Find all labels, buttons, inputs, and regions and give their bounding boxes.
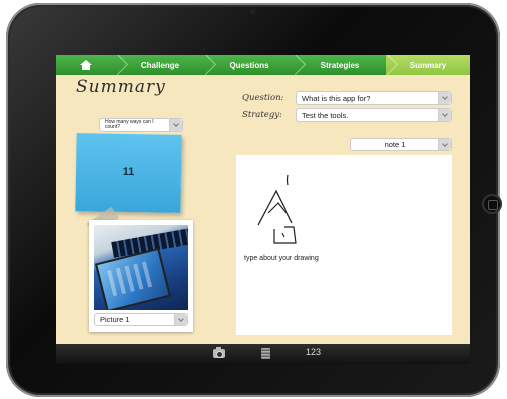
page-title: Summary xyxy=(76,77,166,97)
note-dropdown-value: note 1 xyxy=(384,140,406,149)
note-icon[interactable] xyxy=(261,348,270,359)
tab-summary-label: Summary xyxy=(409,60,447,70)
tab-strategies[interactable]: Strategies xyxy=(294,55,386,75)
note-dropdown[interactable]: note 1 xyxy=(350,138,452,151)
home-icon xyxy=(80,59,92,70)
chevron-down-icon xyxy=(438,139,451,150)
chevron-down-icon xyxy=(438,92,451,104)
chevron-down-icon xyxy=(174,314,187,325)
top-navigation: Challenge Questions Strategies Summary xyxy=(56,55,470,75)
question-label: Question: xyxy=(242,93,284,103)
picture-dropdown[interactable]: Picture 1 xyxy=(94,313,188,326)
picture-thumbnail xyxy=(94,225,188,310)
picture-dropdown-value: Picture 1 xyxy=(100,315,130,324)
challenge-dropdown[interactable]: How many ways can I count? xyxy=(99,118,183,132)
tablet-image xyxy=(94,247,172,310)
sticky-note[interactable]: 11 xyxy=(75,133,182,213)
tab-challenge-label: Challenge xyxy=(140,60,180,70)
chevron-down-icon xyxy=(169,119,182,131)
app-screen: Challenge Questions Strategies Summary S… xyxy=(56,55,470,364)
chevron-down-icon xyxy=(438,109,451,121)
tab-summary[interactable]: Summary xyxy=(386,55,470,75)
challenge-dropdown-value: How many ways can I count? xyxy=(105,119,154,130)
strategy-dropdown[interactable]: Test the tools. xyxy=(296,108,452,122)
picture-card[interactable]: Picture 1 xyxy=(89,220,193,332)
question-dropdown[interactable]: What is this app for? xyxy=(296,91,452,105)
tab-questions-label: Questions xyxy=(229,60,269,70)
sticky-note-value: 11 xyxy=(122,165,135,179)
camera-icon[interactable] xyxy=(213,347,225,358)
strategy-label: Strategy: xyxy=(242,110,282,120)
hardware-home-button[interactable] xyxy=(482,194,502,214)
drawing-caption[interactable]: type about your drawing xyxy=(244,255,319,262)
tab-challenge[interactable]: Challenge xyxy=(116,55,204,75)
bottom-toolbar: 123 xyxy=(56,344,470,364)
tab-questions[interactable]: Questions xyxy=(204,55,294,75)
strategy-value: Test the tools. xyxy=(302,110,349,120)
question-value: What is this app for? xyxy=(302,93,371,103)
sketch-drawing xyxy=(257,174,297,244)
front-camera xyxy=(250,9,255,14)
counter-button[interactable]: 123 xyxy=(306,347,321,357)
tab-strategies-label: Strategies xyxy=(320,60,360,70)
drawing-canvas[interactable]: type about your drawing xyxy=(236,155,452,335)
